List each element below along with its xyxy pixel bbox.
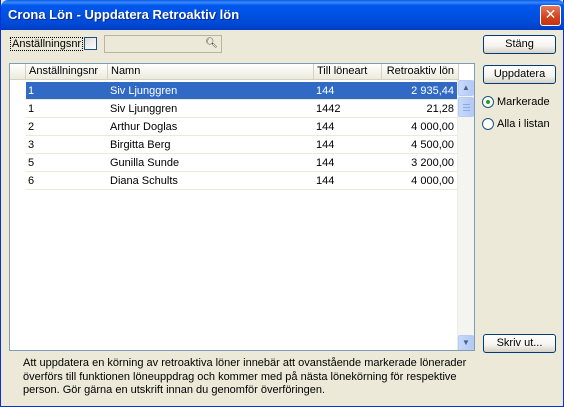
cell-wage-type: 144	[316, 139, 335, 151]
window-title: Crona Lön - Uppdatera Retroaktiv lön	[8, 7, 240, 22]
cell-wage-type: 144	[316, 157, 335, 169]
cell-wage-type: 144	[316, 175, 335, 187]
cell-name: Siv Ljunggren	[110, 103, 178, 115]
column-header-employee-nr[interactable]: Anställningsnr	[26, 64, 108, 80]
cell-name: Gunilla Sunde	[110, 157, 180, 169]
update-button[interactable]: Uppdatera	[483, 65, 556, 84]
info-text: Att uppdatera en körning av retroaktiva …	[23, 357, 523, 398]
cell-employee-nr: 3	[28, 139, 35, 151]
title-bar[interactable]: Crona Lön - Uppdatera Retroaktiv lön ✕	[1, 0, 564, 30]
employee-number-checkbox[interactable]	[84, 37, 97, 50]
cell-retro-salary: 4 500,00	[411, 139, 454, 151]
cell-retro-salary: 2 935,44	[411, 85, 454, 97]
info-line-3: person. Gör gärna en utskrift innan du g…	[23, 384, 326, 396]
scroll-thumb[interactable]	[458, 97, 474, 117]
column-header-retro-salary[interactable]: Retroaktiv lön	[382, 64, 459, 80]
print-button[interactable]: Skriv ut...	[483, 334, 556, 353]
table-row[interactable]: 6 Diana Schults 144 4 000,00	[26, 172, 458, 190]
retro-salary-grid[interactable]: Anställningsnr Namn Till löneart Retroak…	[9, 63, 475, 351]
cell-employee-nr: 6	[28, 175, 35, 187]
column-header-wage-type[interactable]: Till löneart	[314, 64, 382, 80]
cell-employee-nr: 5	[28, 157, 35, 169]
cell-name: Siv Ljunggren	[110, 85, 178, 97]
radio-all[interactable]: Alla i listan	[482, 118, 550, 132]
cell-retro-salary: 4 000,00	[411, 175, 454, 187]
close-window-button[interactable]: ✕	[540, 5, 561, 26]
column-header-name[interactable]: Namn	[108, 64, 314, 80]
cell-wage-type: 144	[316, 85, 335, 97]
vertical-scrollbar[interactable]: ▲ ▼	[457, 80, 474, 350]
table-row[interactable]: 2 Arthur Doglas 144 4 000,00	[26, 118, 458, 136]
grid-header: Anställningsnr Namn Till löneart Retroak…	[10, 64, 459, 80]
table-row[interactable]: 5 Gunilla Sunde 144 3 200,00	[26, 154, 458, 172]
info-line-1: Att uppdatera en körning av retroaktiva …	[23, 357, 467, 369]
radio-marked-label: Markerade	[497, 96, 550, 108]
close-icon: ✕	[544, 7, 557, 23]
cell-employee-nr: 2	[28, 121, 35, 133]
radio-marked[interactable]: Markerade	[482, 96, 550, 110]
cell-name: Arthur Doglas	[110, 121, 178, 133]
cell-retro-salary: 21,28	[426, 103, 454, 115]
cell-retro-salary: 3 200,00	[411, 157, 454, 169]
cell-wage-type: 144	[316, 121, 335, 133]
radio-all-label: Alla i listan	[497, 118, 550, 130]
header-indicator-cell	[10, 64, 26, 80]
radio-marked-indicator[interactable]	[482, 96, 494, 108]
employee-number-search-input[interactable]: 🔍︎	[104, 35, 222, 53]
scroll-up-arrow-icon[interactable]: ▲	[458, 80, 474, 96]
binoculars-icon[interactable]: 🔍︎	[205, 38, 218, 50]
table-row[interactable]: 3 Birgitta Berg 144 4 500,00	[26, 136, 458, 154]
scroll-down-arrow-icon[interactable]: ▼	[458, 335, 474, 350]
info-line-2: överförs till funktionen löneuppdrag och…	[23, 370, 457, 383]
employee-number-label: Anställningsnr	[10, 37, 84, 51]
cell-employee-nr: 1	[28, 85, 35, 97]
cell-retro-salary: 4 000,00	[411, 121, 454, 133]
row-divider	[26, 189, 458, 190]
cell-name: Birgitta Berg	[110, 139, 171, 151]
cell-name: Diana Schults	[110, 175, 178, 187]
table-row[interactable]: 1 Siv Ljunggren 144 2 935,44	[26, 82, 458, 100]
cell-wage-type: 1442	[316, 103, 341, 115]
close-button[interactable]: Stäng	[483, 35, 556, 54]
table-row[interactable]: 1 Siv Ljunggren 1442 21,28	[26, 100, 458, 118]
dialog-window: Crona Lön - Uppdatera Retroaktiv lön ✕ A…	[0, 0, 564, 407]
radio-all-indicator[interactable]	[482, 118, 494, 130]
cell-employee-nr: 1	[28, 103, 35, 115]
